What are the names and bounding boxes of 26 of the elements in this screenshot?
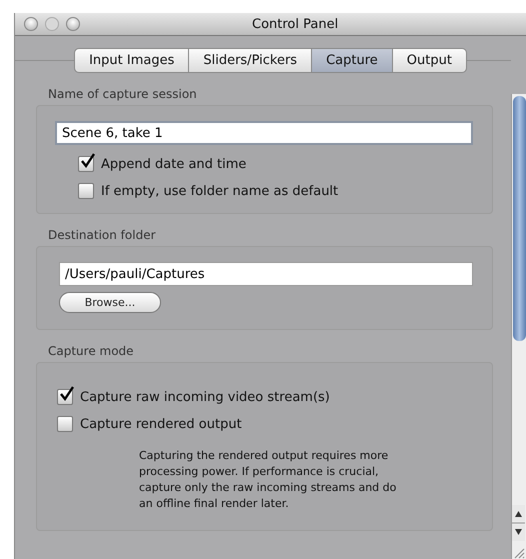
checkbox-label: Capture raw incoming video stream(s) bbox=[80, 390, 330, 404]
tab[interactable]: Input Images bbox=[74, 48, 190, 73]
help-text: Capturing the rendered output requires more processing power. If performance is crucial, capture only the raw incoming streams and do an offline final render later. bbox=[139, 448, 398, 512]
tab[interactable]: Capture bbox=[312, 48, 393, 73]
checkbox-label: If empty, use folder name as default bbox=[101, 184, 338, 198]
checkbox[interactable] bbox=[57, 389, 73, 405]
browse-button[interactable]: Browse... bbox=[59, 292, 161, 313]
zoom-button[interactable] bbox=[66, 17, 80, 31]
close-button[interactable] bbox=[24, 17, 38, 31]
scroll-thumb[interactable] bbox=[513, 96, 526, 341]
text-field[interactable]: /Users/pauli/Captures bbox=[59, 262, 473, 286]
section-title: Destination folder bbox=[47, 227, 157, 244]
section-title: Capture mode bbox=[47, 343, 135, 360]
tab[interactable]: Sliders/Pickers bbox=[189, 48, 312, 73]
checkbox-label: Capture rendered output bbox=[80, 416, 242, 432]
checkbox[interactable] bbox=[78, 183, 94, 199]
scroll-bar[interactable] bbox=[511, 94, 526, 559]
text-field[interactable]: Scene 6, take 1 bbox=[55, 121, 473, 145]
tab[interactable]: Output bbox=[392, 48, 467, 73]
checkbox[interactable] bbox=[57, 416, 73, 432]
window-title: Control Panel bbox=[252, 16, 338, 32]
section-title: Name of capture session bbox=[47, 86, 198, 103]
checkbox[interactable] bbox=[78, 156, 94, 172]
checkbox-label: Append date and time bbox=[101, 156, 246, 172]
minimize-button[interactable] bbox=[45, 17, 59, 31]
scroll-arrows-icon[interactable] bbox=[512, 505, 525, 541]
